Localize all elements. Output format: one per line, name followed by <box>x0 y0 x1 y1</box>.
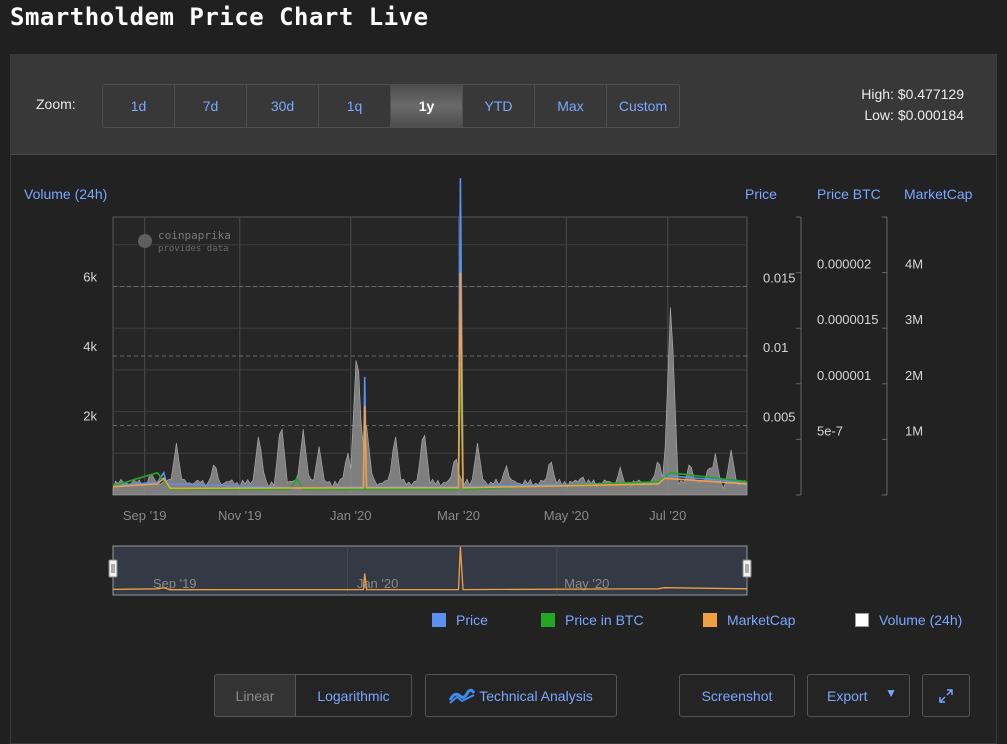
range-navigator[interactable]: Sep '19 Jan '20 May '20 <box>108 545 752 596</box>
navigator-right-handle[interactable] <box>742 559 752 578</box>
fullscreen-button[interactable] <box>922 674 970 717</box>
watermark-line1: coinpaprika <box>158 229 231 242</box>
volume-tick-label: 2k <box>83 409 97 424</box>
price-btc-tick-label: 0.000001 <box>817 368 871 383</box>
expand-icon <box>939 688 953 703</box>
price-btc-tick-label: 5e-7 <box>817 423 843 438</box>
navigator-left-handle[interactable] <box>108 559 118 578</box>
legend-label-volume: Volume (24h) <box>879 612 963 628</box>
page-title: Smartholdem Price Chart Live <box>10 3 429 31</box>
logarithmic-scale-button[interactable]: Logarithmic <box>295 674 412 717</box>
legend-swatch-volume <box>855 613 869 627</box>
legend-label-marketcap: MarketCap <box>727 612 796 628</box>
volume-tick-label: 4k <box>83 339 97 354</box>
price-tick-label: 0.005 <box>763 410 796 425</box>
legend-item-price[interactable]: Price <box>432 612 488 628</box>
price-tick-label: 0.01 <box>763 340 788 355</box>
handle-grip-icon <box>108 559 118 578</box>
technical-analysis-label: Technical Analysis <box>479 687 593 704</box>
price-tick-label: 0.015 <box>763 271 796 286</box>
watermark-line2: provides data <box>158 244 228 254</box>
marketcap-tick-label: 4M <box>905 257 923 272</box>
x-tick-label: Jul '20 <box>649 508 686 523</box>
price-btc-tick-label: 0.0000015 <box>817 312 878 327</box>
marketcap-tick-label: 1M <box>905 423 923 438</box>
export-button[interactable]: Export ▼ <box>807 674 910 717</box>
price-btc-tick-label: 0.000002 <box>817 257 871 272</box>
x-tick-label: Nov '19 <box>218 508 262 523</box>
legend-swatch-marketcap <box>703 613 717 627</box>
volume-tick-label: 6k <box>83 270 97 285</box>
technical-analysis-button[interactable]: Technical Analysis <box>425 674 617 717</box>
legend-swatch-price <box>432 613 446 627</box>
marketcap-tick-label: 3M <box>905 312 923 327</box>
x-tick-label: Sep '19 <box>123 508 167 523</box>
coinpaprika-logo-icon <box>138 234 152 248</box>
legend-swatch-price_btc <box>541 613 555 627</box>
linear-scale-button[interactable]: Linear <box>214 674 296 717</box>
price-chart[interactable]: 2k 4k 6k 0.005 0.01 0.015 5e-7 0.000001 0.000001… <box>11 55 998 615</box>
export-label: Export <box>827 687 868 704</box>
x-tick-label: May '20 <box>544 508 589 523</box>
technical-analysis-icon <box>449 688 476 704</box>
navigator-window <box>112 545 748 596</box>
x-tick-label: Mar '20 <box>437 508 480 523</box>
x-tick-label: Jan '20 <box>330 508 372 523</box>
chart-widget: Zoom: 1d 7d 30d 1q 1y YTD Max Custom High: $0.4… <box>10 54 997 744</box>
screenshot-button[interactable]: Screenshot <box>679 674 795 717</box>
legend-item-price_btc[interactable]: Price in BTC <box>541 612 644 628</box>
handle-grip-icon <box>742 559 752 578</box>
legend-label-price: Price <box>456 612 488 628</box>
legend-item-marketcap[interactable]: MarketCap <box>703 612 795 628</box>
legend-label-price_btc: Price in BTC <box>565 612 644 628</box>
legend-item-volume[interactable]: Volume (24h) <box>855 612 962 628</box>
caret-down-icon: ▼ <box>885 686 897 700</box>
marketcap-tick-label: 2M <box>905 368 923 383</box>
